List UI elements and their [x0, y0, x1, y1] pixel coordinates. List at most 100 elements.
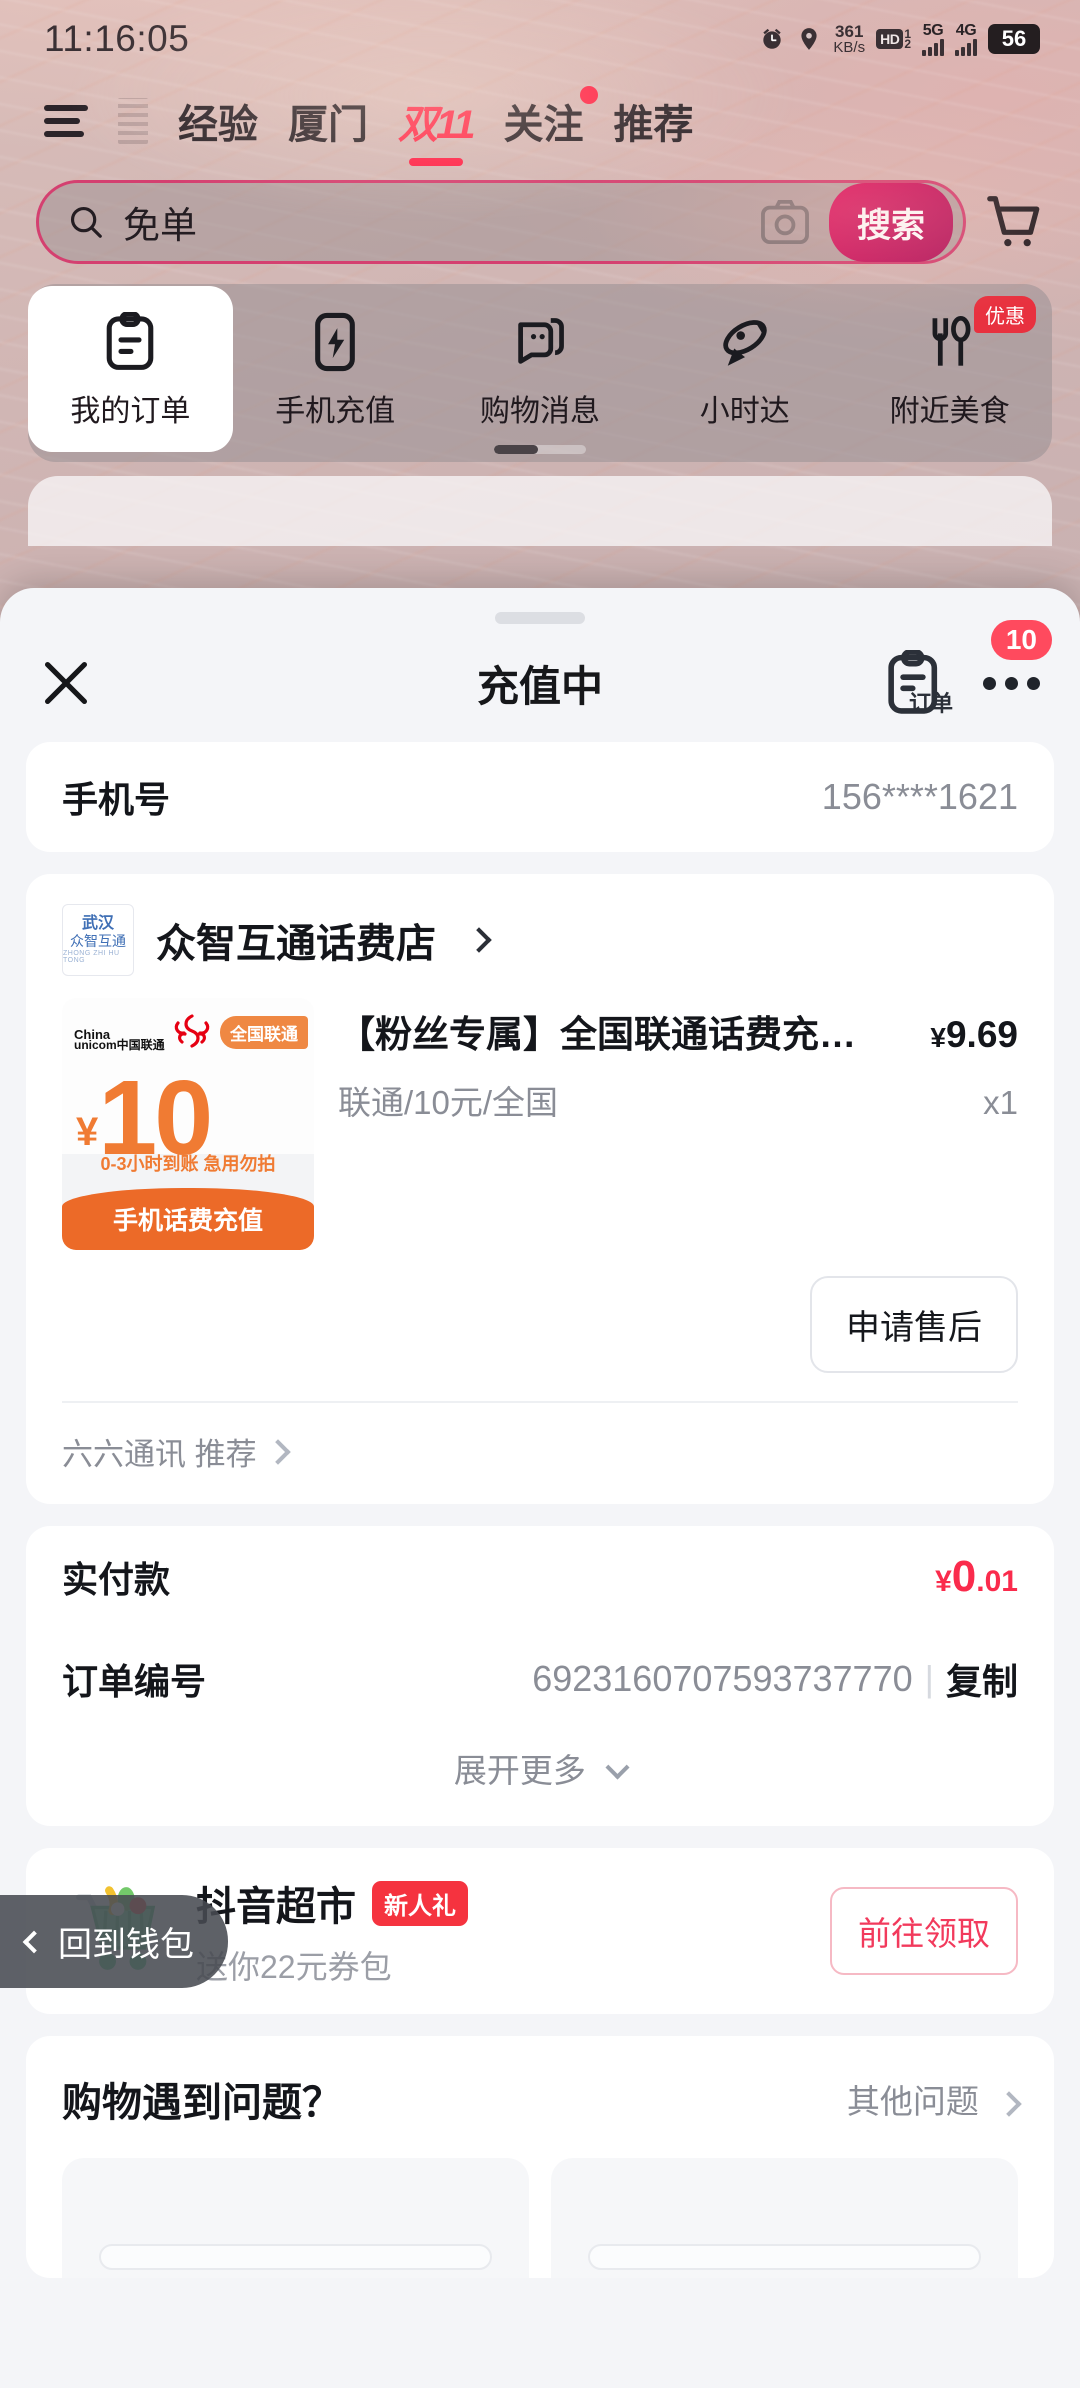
- shopping-message-icon: [518, 318, 564, 364]
- shop-logo-main: 众智互通: [70, 933, 126, 949]
- unicom-brand: China unicom中国联通: [74, 1012, 215, 1051]
- expand-more-button[interactable]: 展开更多: [26, 1730, 1054, 1826]
- quick-entry-my-orders[interactable]: 我的订单: [28, 286, 233, 452]
- shop-header[interactable]: 武汉 众智互通 ZHONG ZHI HU TONG 众智互通话费店: [26, 874, 1054, 980]
- location-icon: [801, 28, 817, 50]
- fork-spoon-icon: [932, 315, 971, 366]
- nav-tab-3[interactable]: 关注: [503, 86, 598, 150]
- recommend-link[interactable]: 六六通讯 推荐: [26, 1403, 1054, 1504]
- nav-tab-4[interactable]: 推荐: [614, 92, 694, 150]
- order-number-value-group: 6923160707593737770 | 复制: [532, 1653, 1018, 1705]
- order-detail-sheet: 充值中 订单 10 手机号 156****1621 武汉 众智互通 ZHONG …: [0, 588, 1080, 2388]
- payment-amount: ¥0.01: [935, 1552, 1018, 1601]
- shop-name: 众智互通话费店: [156, 922, 436, 966]
- promo-badge: 新人礼: [372, 1880, 468, 1926]
- shop-logo-top: 武汉: [81, 915, 114, 932]
- shop-logo-sub: ZHONG ZHI HU TONG: [63, 950, 120, 964]
- other-questions-link[interactable]: 其他问题: [846, 2075, 1022, 2123]
- network-speed: 361 KB/s: [833, 22, 866, 56]
- sheet-grabber[interactable]: [495, 612, 585, 624]
- product-title: 【粉丝专属】全国联通话费充…: [338, 1014, 856, 1055]
- status-bar: 11:16:05 361 KB/s HD 1 2 5G 4G 56: [0, 0, 1080, 78]
- nav-tab-label: 厦门: [288, 103, 368, 147]
- chevron-right-icon: [996, 2091, 1022, 2117]
- signal-5g: 5G: [922, 22, 944, 56]
- promo-claim-button[interactable]: 前往领取: [830, 1887, 1018, 1975]
- notification-dot-icon: [579, 86, 598, 104]
- quick-entry-label: 购物消息: [479, 395, 600, 428]
- search-row: 免单 搜索: [0, 180, 1080, 264]
- sheet-header-actions: 订单 10: [881, 620, 1052, 716]
- payment-label: 实付款: [62, 1559, 171, 1600]
- nav-tab-1[interactable]: 厦门: [288, 92, 368, 150]
- help-option-placeholder: [588, 2244, 981, 2270]
- product-image-footer: 手机话费充值: [62, 1188, 314, 1250]
- payment-amount-row: 实付款 ¥0.01: [26, 1526, 1054, 1628]
- expand-more-label: 展开更多: [453, 1752, 586, 1789]
- quick-entry-hour-delivery[interactable]: 小时达: [642, 294, 847, 438]
- signal-bars-icon: [922, 38, 944, 56]
- apply-aftersale-button[interactable]: 申请售后: [810, 1276, 1018, 1373]
- other-questions-label: 其他问题: [846, 2083, 979, 2120]
- order-number-value: 6923160707593737770: [532, 1658, 913, 1699]
- menu-icon[interactable]: [44, 105, 88, 137]
- product-quantity: x1: [983, 1084, 1018, 1121]
- quick-entry-shopping-message[interactable]: 购物消息: [438, 294, 643, 438]
- alarm-icon: [763, 28, 782, 49]
- chevron-right-icon: [264, 1438, 291, 1465]
- chevron-left-icon: [22, 1930, 46, 1953]
- phone-charge-icon: [315, 312, 356, 372]
- phone-card: 手机号 156****1621: [26, 742, 1054, 852]
- order-number-separator: |: [924, 1658, 934, 1699]
- nav-tab-2[interactable]: 双11: [398, 92, 476, 150]
- clipboard-icon: [107, 312, 154, 370]
- product-price: ¥9.69: [930, 1014, 1018, 1055]
- help-option-1[interactable]: [62, 2158, 529, 2278]
- product-image-note: 0-3小时到账 急用勿拍: [100, 1154, 276, 1174]
- nav-tab-label: 推荐: [613, 103, 694, 147]
- rocket-icon: [723, 320, 767, 366]
- phone-label: 手机号: [62, 779, 171, 820]
- promo-subtitle: 送你22元券包: [196, 1949, 392, 1985]
- copy-order-number-button[interactable]: 复制: [946, 1653, 1018, 1705]
- quick-entry-label: 小时达: [699, 395, 790, 428]
- chevron-down-icon: [605, 1755, 630, 1780]
- sheet-header: 充值中 订单 10: [0, 620, 1080, 742]
- search-icon: [70, 206, 102, 238]
- orders-count-badge: 10: [990, 620, 1052, 660]
- hd-volte-icon: HD 1 2: [876, 28, 911, 50]
- help-card: 购物遇到问题？ 其他问题: [26, 2036, 1054, 2278]
- quick-entry-phone-recharge[interactable]: 手机充值: [233, 294, 438, 438]
- nav-tab-label: 双11: [398, 103, 476, 147]
- help-option-placeholder: [99, 2244, 492, 2270]
- nav-tab-label: 经验: [178, 103, 258, 147]
- back-to-wallet-button[interactable]: 回到钱包: [0, 1895, 228, 1988]
- payment-card: 实付款 ¥0.01 订单编号 6923160707593737770 | 复制 …: [26, 1526, 1054, 1826]
- nav-tab-label: 关注: [503, 103, 584, 147]
- signal-bars-icon: [955, 38, 977, 56]
- product-row[interactable]: China unicom中国联通 全国联通 ¥ 10 0-3小时到账 急用勿拍 …: [26, 980, 1054, 1250]
- nav-tab-0[interactable]: 经验: [178, 92, 258, 150]
- phone-value: 156****1621: [821, 776, 1018, 817]
- orders-button[interactable]: 订单: [881, 649, 953, 716]
- camera-icon[interactable]: [759, 199, 811, 245]
- more-options-icon[interactable]: [983, 676, 1040, 690]
- search-query-text: 免单: [123, 205, 197, 246]
- help-quick-options: [26, 2158, 1054, 2278]
- search-input[interactable]: 免单 搜索: [36, 180, 966, 264]
- quick-entry-scroll-indicator: [494, 445, 586, 454]
- recommend-label: 六六通讯 推荐: [62, 1437, 257, 1472]
- shop-logo: 武汉 众智互通 ZHONG ZHI HU TONG: [62, 904, 134, 976]
- quick-entry-badge: 优惠: [973, 296, 1036, 333]
- chevron-right-icon: [466, 927, 492, 953]
- orders-label: 订单: [908, 691, 953, 716]
- promo-text: 抖音超市 新人礼 送你22元券包: [196, 1874, 804, 1988]
- quick-entry-label: 手机充值: [275, 395, 396, 428]
- product-image-badge: 全国联通: [220, 1016, 308, 1049]
- phone-row[interactable]: 手机号 156****1621: [26, 742, 1054, 852]
- cart-icon[interactable]: [982, 191, 1044, 253]
- quick-entry-nearby-food[interactable]: 优惠 附近美食: [847, 294, 1052, 438]
- help-option-2[interactable]: [551, 2158, 1018, 2278]
- search-button[interactable]: 搜索: [829, 182, 953, 262]
- battery-indicator: 56: [988, 24, 1040, 54]
